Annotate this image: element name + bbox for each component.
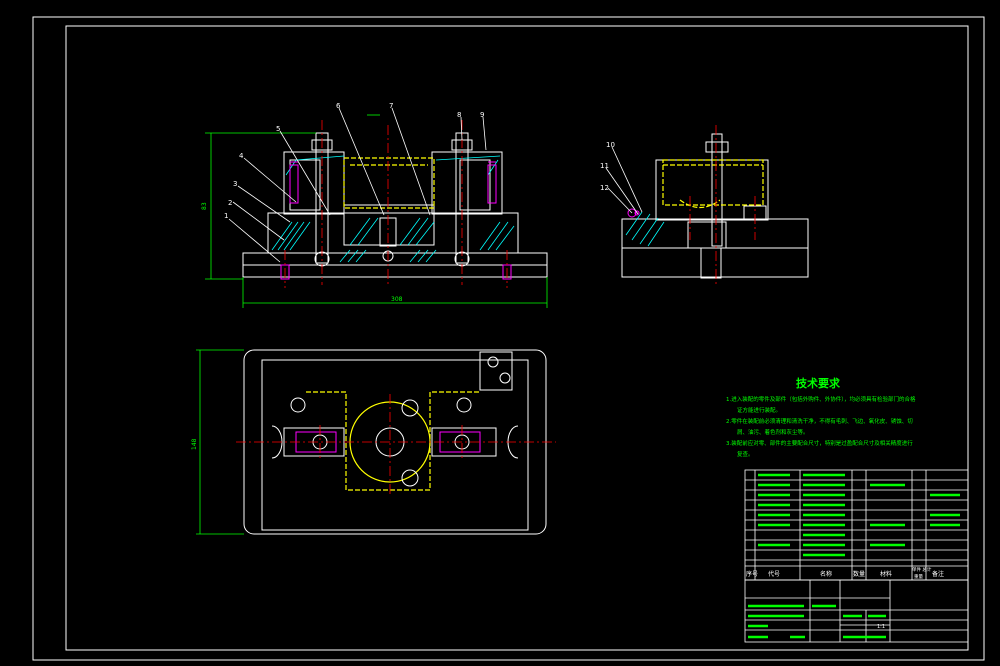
front-part-labels: 1 2 3 4 5 6 7 8 9 <box>224 102 484 220</box>
side-leaders <box>605 146 643 215</box>
tech-requirements-title: 技术要求 <box>796 376 841 390</box>
cad-drawing-sheet: 83 308 1 2 3 4 5 6 7 8 9 10 11 12 148 技术… <box>32 16 985 661</box>
sheet-border <box>32 16 985 661</box>
part-label-6: 6 <box>336 102 341 110</box>
tech-requirements: 技术要求 1.进入装配的零件及部件（包括外购件、外协件），均必须具有检验部门的合… <box>726 376 916 458</box>
tech-req-line-3: 2.零件在装配前必须清理和清洗干净，不得有毛刺、飞边、氧化皮、锈蚀、切 <box>726 417 913 425</box>
front-dimensions <box>205 114 548 308</box>
part-label-7: 7 <box>389 102 393 110</box>
scale-value: 1:1 <box>877 624 885 630</box>
front-workpiece <box>343 157 435 209</box>
tech-req-line-4: 屑、油污、着色剂和灰尘等。 <box>737 428 809 436</box>
height-dimension: 83 <box>201 202 208 210</box>
side-workpiece <box>662 159 764 209</box>
side-part-labels: 10 11 12 <box>600 141 615 192</box>
header-weight: 单件 总计 <box>912 566 932 573</box>
part-label-9: 9 <box>480 111 484 119</box>
tech-req-line-5: 3.装配前应对零、部件的主要配合尺寸，特别是过盈配合尺寸及相关精度进行 <box>726 439 913 447</box>
part-label-5: 5 <box>276 125 280 133</box>
header-seq: 序号 <box>746 570 758 578</box>
front-view: 83 308 1 2 3 4 5 6 7 8 9 <box>201 102 548 308</box>
tech-req-line-2: 证方能进行装配。 <box>737 406 781 414</box>
part-label-1: 1 <box>224 212 228 220</box>
title-block-entries <box>748 604 886 639</box>
part-label-3: 3 <box>233 180 237 188</box>
header-qty: 数量 <box>853 570 865 578</box>
header-code: 代号 <box>768 570 780 578</box>
overall-length-dimension: 308 <box>391 296 403 303</box>
part-label-8: 8 <box>457 111 461 119</box>
tech-req-line-1: 1.进入装配的零件及部件（包括外购件、外协件），均必须具有检验部门的合格 <box>726 395 916 403</box>
part-label-11: 11 <box>600 162 609 170</box>
side-view: 10 11 12 <box>600 125 809 285</box>
parts-list-entries <box>758 473 960 557</box>
part-label-4: 4 <box>239 152 244 160</box>
tech-req-line-6: 复查。 <box>737 450 754 458</box>
part-label-2: 2 <box>228 199 232 207</box>
header-material: 材料 <box>880 570 892 578</box>
part-label-12: 12 <box>600 184 609 192</box>
part-label-10: 10 <box>606 141 615 149</box>
title-block <box>744 579 969 643</box>
parts-list-header: 序号 代号 名称 数量 材料 单件 总计 重量 备注 <box>746 566 944 580</box>
plan-view: 148 <box>191 349 556 535</box>
plan-workpiece <box>306 391 480 491</box>
plan-width-dimension: 148 <box>191 438 198 450</box>
header-weight-2: 重量 <box>914 573 923 580</box>
header-remark: 备注 <box>932 570 944 578</box>
header-name: 名称 <box>820 570 832 578</box>
